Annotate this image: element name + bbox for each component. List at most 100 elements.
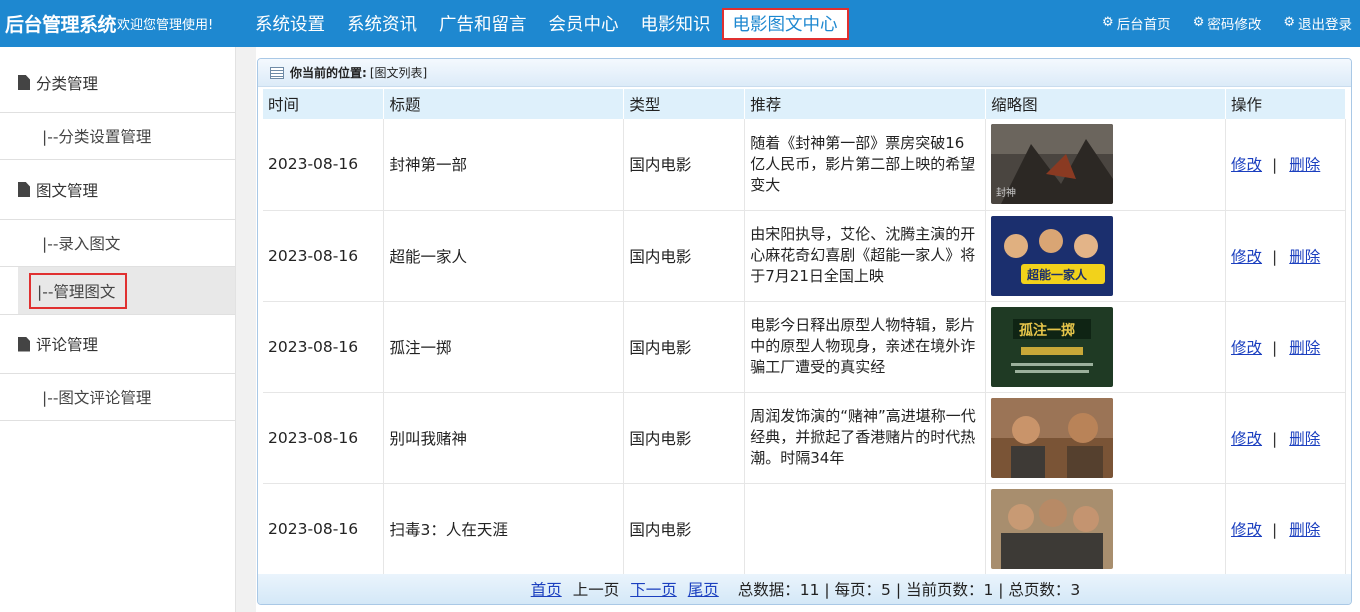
thumbnail-image bbox=[991, 488, 1114, 569]
col-header-recommend: 推荐 bbox=[744, 89, 987, 119]
cell-recommend: 周润发饰演的“赌神”高进堪称一代经典，并掀起了香港赌片的时代热潮。时隔34年 bbox=[744, 392, 987, 484]
content-panel: 你当前的位置: [图文列表] 时间 标题 类型 推荐 缩略图 操作 2023-0… bbox=[257, 58, 1352, 605]
cell-title: 孤注一掷 bbox=[383, 301, 625, 393]
first-page-link[interactable]: 首页 bbox=[531, 578, 562, 600]
edit-link[interactable]: 修改 bbox=[1231, 430, 1262, 448]
last-page-link[interactable]: 尾页 bbox=[688, 578, 719, 600]
cell-title: 封神第一部 bbox=[383, 119, 625, 211]
thumbnail-image: 封神 bbox=[991, 124, 1114, 205]
sidebar-item-manage-articles[interactable]: |--管理图文 bbox=[18, 267, 235, 314]
cell-actions: 修改 | 删除 bbox=[1225, 392, 1346, 484]
cell-date: 2023-08-16 bbox=[263, 392, 385, 484]
thumbnail-image: 超能一家人 bbox=[991, 215, 1114, 296]
action-separator: | bbox=[1272, 338, 1278, 357]
top-links: ⚙ 后台首页 ⚙ 密码修改 ⚙ 退出登录 bbox=[1102, 0, 1352, 45]
list-icon bbox=[270, 66, 284, 79]
cell-recommend bbox=[744, 483, 987, 575]
nav-member-center[interactable]: 会员中心 bbox=[538, 8, 630, 40]
col-header-time: 时间 bbox=[263, 89, 385, 119]
pagination: 首页 上一页 下一页 尾页 总数据：11 | 每页：5 | 当前页数：1 | 总… bbox=[258, 574, 1351, 604]
edit-link[interactable]: 修改 bbox=[1231, 521, 1262, 539]
sidebar-item-label: |--分类设置管理 bbox=[42, 128, 152, 146]
cell-title: 超能一家人 bbox=[383, 210, 625, 302]
cell-date: 2023-08-16 bbox=[263, 483, 385, 575]
cell-thumbnail: 封神 bbox=[985, 119, 1227, 211]
logout-link[interactable]: ⚙ 退出登录 bbox=[1283, 13, 1352, 33]
delete-link[interactable]: 删除 bbox=[1289, 248, 1320, 266]
sidebar-group-label: 分类管理 bbox=[36, 74, 99, 93]
sidebar-item-category-settings[interactable]: |--分类设置管理 bbox=[0, 113, 235, 160]
cell-actions: 修改 | 删除 bbox=[1225, 301, 1346, 393]
cell-recommend: 随着《封神第一部》票房突破16亿人民币，影片第二部上映的希望变大 bbox=[744, 119, 987, 211]
svg-text:封神: 封神 bbox=[996, 186, 1016, 199]
cell-title: 别叫我赌神 bbox=[383, 392, 625, 484]
sidebar-divider bbox=[236, 47, 256, 612]
gear-icon: ⚙ bbox=[1192, 15, 1205, 30]
admin-home-label: 后台首页 bbox=[1116, 16, 1171, 33]
action-separator: | bbox=[1272, 520, 1278, 539]
sidebar-item-label: |--管理图文 bbox=[29, 272, 128, 309]
cell-thumbnail: 超能一家人 bbox=[985, 210, 1227, 302]
col-header-title: 标题 bbox=[383, 89, 625, 119]
cell-date: 2023-08-16 bbox=[263, 119, 385, 211]
next-page-link[interactable]: 下一页 bbox=[630, 578, 677, 600]
action-separator: | bbox=[1272, 429, 1278, 448]
cell-type: 国内电影 bbox=[623, 483, 746, 575]
cell-type: 国内电影 bbox=[623, 119, 746, 211]
nav-system-settings[interactable]: 系统设置 bbox=[244, 8, 336, 40]
cell-date: 2023-08-16 bbox=[263, 210, 385, 302]
sidebar-item-article-comments[interactable]: |--图文评论管理 bbox=[0, 374, 235, 421]
cell-recommend: 电影今日释出原型人物特辑，影片中的原型人物现身，亲述在境外诈骗工厂遭受的真实经 bbox=[744, 301, 987, 393]
thumbnail-image: 孤注一掷 bbox=[991, 306, 1114, 387]
table-row: 2023-08-16 别叫我赌神 国内电影 周润发饰演的“赌神”高进堪称一代经典… bbox=[263, 392, 1346, 484]
col-header-type: 类型 bbox=[623, 89, 746, 119]
nav-movie-article-center[interactable]: 电影图文中心 bbox=[721, 7, 849, 40]
breadcrumb: 你当前的位置: [图文列表] bbox=[258, 59, 1351, 87]
action-separator: | bbox=[1272, 156, 1278, 175]
sidebar-group-articles[interactable]: 图文管理 bbox=[0, 160, 235, 220]
table-row: 2023-08-16 孤注一掷 国内电影 电影今日释出原型人物特辑，影片中的原型… bbox=[263, 301, 1346, 393]
edit-link[interactable]: 修改 bbox=[1231, 339, 1262, 357]
cell-actions: 修改 | 删除 bbox=[1225, 483, 1346, 575]
sidebar-group-comments[interactable]: 评论管理 bbox=[0, 314, 235, 374]
sidebar-item-label: |--录入图文 bbox=[42, 235, 121, 253]
gear-icon: ⚙ bbox=[1102, 15, 1114, 30]
nav-ads-messages[interactable]: 广告和留言 bbox=[428, 8, 538, 40]
cell-thumbnail: 孤注一掷 bbox=[985, 301, 1227, 393]
svg-text:超能一家人: 超能一家人 bbox=[1026, 267, 1088, 282]
col-header-thumbnail: 缩略图 bbox=[985, 89, 1227, 119]
welcome-text: 欢迎您管理使用! bbox=[117, 18, 214, 33]
cell-date: 2023-08-16 bbox=[263, 301, 385, 393]
file-icon bbox=[18, 182, 30, 197]
cell-thumbnail bbox=[985, 483, 1227, 575]
cell-thumbnail bbox=[985, 392, 1227, 484]
delete-link[interactable]: 删除 bbox=[1289, 521, 1320, 539]
sidebar-group-label: 评论管理 bbox=[36, 336, 99, 354]
table-header-row: 时间 标题 类型 推荐 缩略图 操作 bbox=[263, 89, 1346, 119]
location-value: [图文列表] bbox=[369, 66, 428, 80]
location-label: 你当前的位置: bbox=[290, 66, 367, 80]
main-nav: 系统设置 系统资讯 广告和留言 会员中心 电影知识 电影图文中心 bbox=[244, 0, 849, 47]
logout-label: 退出登录 bbox=[1298, 16, 1352, 33]
delete-link[interactable]: 删除 bbox=[1289, 430, 1320, 448]
change-password-link[interactable]: ⚙ 密码修改 bbox=[1193, 13, 1262, 33]
admin-home-link[interactable]: ⚙ 后台首页 bbox=[1102, 13, 1171, 33]
svg-text:孤注一掷: 孤注一掷 bbox=[1019, 322, 1075, 339]
cell-actions: 修改 | 删除 bbox=[1225, 119, 1346, 211]
delete-link[interactable]: 删除 bbox=[1289, 156, 1320, 174]
file-icon bbox=[18, 336, 30, 352]
cell-type: 国内电影 bbox=[623, 210, 746, 302]
cell-recommend: 由宋阳执导，艾伦、沈腾主演的开心麻花奇幻喜剧《超能一家人》将于7月21日全国上映 bbox=[744, 210, 987, 302]
file-icon bbox=[18, 75, 30, 90]
nav-movie-knowledge[interactable]: 电影知识 bbox=[630, 8, 722, 40]
edit-link[interactable]: 修改 bbox=[1231, 248, 1262, 266]
top-header: 后台管理系统 欢迎您管理使用! 系统设置 系统资讯 广告和留言 会员中心 电影知… bbox=[0, 0, 1360, 47]
edit-link[interactable]: 修改 bbox=[1231, 156, 1262, 174]
pagination-info: 总数据：11 | 每页：5 | 当前页数：1 | 总页数：3 bbox=[737, 581, 1081, 599]
table-row: 2023-08-16 扫毒3：人在天涯 国内电影 修改 | 删除 bbox=[263, 483, 1346, 575]
sidebar-item-add-article[interactable]: |--录入图文 bbox=[0, 220, 235, 267]
cell-title: 扫毒3：人在天涯 bbox=[383, 483, 625, 575]
sidebar-group-category[interactable]: 分类管理 bbox=[0, 53, 235, 113]
delete-link[interactable]: 删除 bbox=[1289, 339, 1320, 357]
nav-system-news[interactable]: 系统资讯 bbox=[336, 8, 428, 40]
